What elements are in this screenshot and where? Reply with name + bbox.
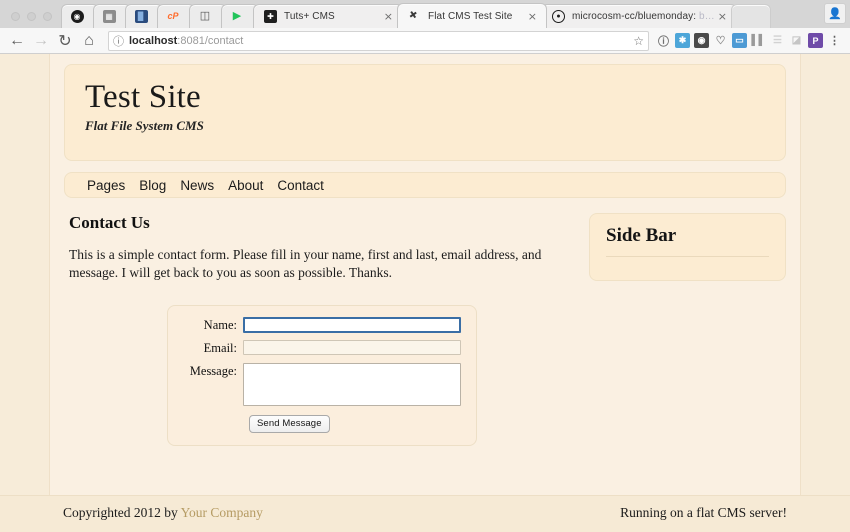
- body-row: Contact Us This is a simple contact form…: [64, 213, 786, 282]
- new-tab-button[interactable]: [730, 4, 771, 28]
- list-extension-icon[interactable]: ☰: [770, 33, 785, 48]
- green-flag-icon: ▶: [232, 10, 242, 22]
- sidebar-divider: [606, 256, 769, 257]
- url-text: localhost:8081/contact: [129, 34, 244, 47]
- main-navigation: Pages Blog News About Contact: [64, 172, 786, 198]
- extension-toolbar: ⓘ ✱ ◉ ♡ ▭ ▌▌ ☰ ◪ P ⋮: [656, 33, 844, 48]
- site-title: Test Site: [85, 79, 201, 115]
- site-tagline: Flat File System CMS: [85, 117, 204, 133]
- github-icon: ●: [551, 9, 566, 24]
- trello-extension-icon[interactable]: ▭: [732, 33, 747, 48]
- person-icon: 👤: [828, 8, 842, 20]
- tab-title: Tuts+ CMS: [284, 11, 335, 22]
- pocket-extension-icon[interactable]: P: [808, 33, 823, 48]
- sidebar: Side Bar: [589, 213, 786, 281]
- avatar[interactable]: 👤: [824, 3, 846, 24]
- email-input[interactable]: [243, 339, 461, 355]
- site-header: Test Site Flat File System CMS: [64, 64, 786, 161]
- scissors-extension-icon[interactable]: ✱: [675, 33, 690, 48]
- company-link[interactable]: Your Company: [181, 505, 263, 520]
- tab-microcosm-bluemonday[interactable]: ● microcosm-cc/bluemonday: b… ×: [541, 4, 737, 28]
- tab-flat-cms-test-site[interactable]: ✚ Flat CMS Test Site ×: [397, 3, 547, 28]
- main-content: Contact Us This is a simple contact form…: [64, 213, 574, 282]
- send-message-button[interactable]: Send Message: [249, 414, 330, 433]
- maximize-window-button[interactable]: [43, 12, 52, 21]
- browser-toolbar: ← → ↻ ⌂ ⓘ localhost:8081/contact ☆ ⓘ ✱ ◉…: [0, 28, 850, 54]
- tab-title: Flat CMS Test Site: [428, 10, 513, 22]
- minimize-window-button[interactable]: [27, 12, 36, 21]
- page-info-icon[interactable]: ⓘ: [113, 33, 124, 49]
- window-controls: [4, 12, 61, 28]
- cpanel-icon: cP: [167, 11, 179, 21]
- form-row-email: Email:: [180, 339, 464, 356]
- reload-button[interactable]: ↻: [54, 30, 76, 52]
- sidebar-heading: Side Bar: [606, 225, 677, 246]
- nav-item-contact[interactable]: Contact: [277, 178, 324, 193]
- form-row-name: Name:: [180, 316, 464, 333]
- nav-item-news[interactable]: News: [180, 178, 214, 193]
- tab-tuts-cms[interactable]: ✚ Tuts+ CMS ×: [253, 4, 403, 28]
- browser-window: ◉ ▦ ▉ cP ◫ ▶ ✚ Tuts+ CMS × ✚ Flat CMS Te…: [0, 0, 850, 532]
- window-extension-icon[interactable]: ◪: [789, 33, 804, 48]
- browser-menu-icon[interactable]: ⋮: [827, 33, 842, 48]
- book-gray-icon: ▦: [102, 9, 117, 24]
- tab-title: microcosm-cc/bluemonday: b…: [572, 11, 715, 22]
- message-textarea[interactable]: [243, 362, 461, 406]
- page-container: Test Site Flat File System CMS Pages Blo…: [49, 54, 801, 532]
- back-button[interactable]: ←: [6, 30, 28, 52]
- tab-close-icon[interactable]: ×: [381, 11, 396, 22]
- nav-item-about[interactable]: About: [228, 178, 263, 193]
- address-bar[interactable]: ⓘ localhost:8081/contact ☆: [108, 30, 649, 51]
- nav-item-pages[interactable]: Pages: [87, 178, 125, 193]
- wrench-icon: ✚: [407, 8, 421, 23]
- page-viewport: Test Site Flat File System CMS Pages Blo…: [0, 54, 850, 532]
- close-window-button[interactable]: [11, 12, 20, 21]
- open-book-icon: ◫: [199, 10, 211, 22]
- contact-form: Name: Email: Message: Send Message: [167, 304, 477, 446]
- form-row-message: Message:: [180, 362, 464, 406]
- black-circle-icon: ◉: [70, 9, 85, 24]
- heart-extension-icon[interactable]: ♡: [713, 33, 728, 48]
- info-extension-icon[interactable]: ⓘ: [656, 33, 671, 48]
- page-footer: Copyrighted 2012 by Your Company Running…: [63, 505, 787, 521]
- page-title: Contact Us: [69, 213, 150, 232]
- tab-strip: ◉ ▦ ▉ cP ◫ ▶ ✚ Tuts+ CMS × ✚ Flat CMS Te…: [0, 0, 850, 28]
- copyright-text: Copyrighted 2012 by Your Company: [63, 505, 263, 520]
- plus-square-icon: ✚: [263, 9, 278, 24]
- name-input[interactable]: [243, 316, 461, 333]
- tab-close-icon[interactable]: ×: [715, 11, 730, 22]
- goggles-extension-icon[interactable]: ◉: [694, 33, 709, 48]
- forward-button[interactable]: →: [30, 30, 52, 52]
- intro-paragraph: This is a simple contact form. Please fi…: [69, 247, 542, 280]
- form-actions: Send Message: [180, 413, 464, 433]
- server-note: Running on a flat CMS server!: [620, 505, 787, 520]
- nav-item-blog[interactable]: Blog: [139, 178, 166, 193]
- home-button[interactable]: ⌂: [78, 30, 100, 52]
- tab-close-icon[interactable]: ×: [525, 11, 540, 22]
- bookmark-star-icon[interactable]: ☆: [633, 34, 644, 48]
- blue-blocks-icon: ▉: [134, 9, 149, 24]
- bars-extension-icon[interactable]: ▌▌: [751, 33, 766, 48]
- email-label: Email:: [203, 340, 237, 355]
- name-label: Name:: [203, 317, 237, 332]
- message-label: Message:: [189, 363, 237, 378]
